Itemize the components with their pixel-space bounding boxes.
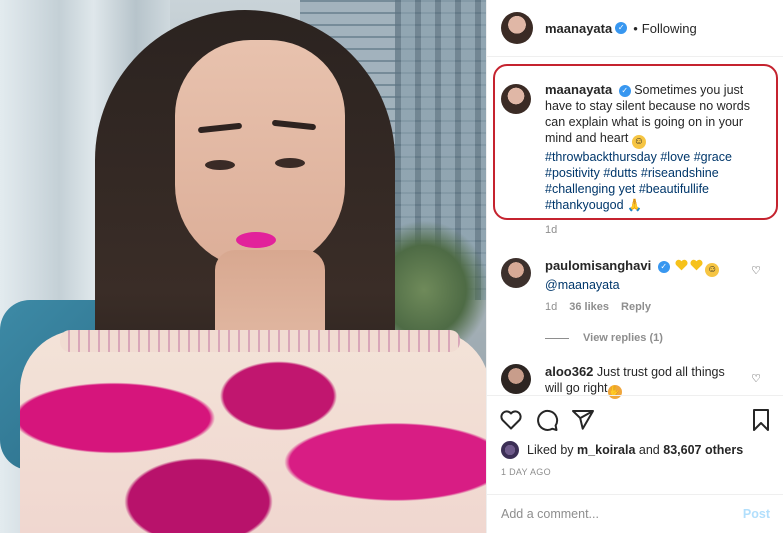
comment-icon[interactable] [535,408,559,432]
right-eye [275,158,305,168]
comment-meta: 1d 36 likes Reply [545,301,651,313]
bookmark-icon[interactable] [749,408,773,432]
folded-hands-emoji-icon: 🙏 [627,198,642,212]
likes-prefix: Liked by [527,443,574,457]
comment-mention[interactable]: @maanayata [545,278,620,292]
share-icon[interactable] [571,408,595,432]
yellow-heart-icon [690,259,703,271]
separator-dot: • [633,20,638,36]
add-comment-bar: Post [487,494,783,533]
comment-username[interactable]: aloo362 [545,364,593,379]
replies-divider [545,337,569,339]
caption: maanayata ✓ Sometimes you just have to s… [501,82,771,213]
header-username[interactable]: maanayata [545,21,612,36]
liker-avatar[interactable] [501,441,519,459]
action-bar [487,395,783,441]
reply-button[interactable]: Reply [621,301,651,313]
likes-count[interactable]: 83,607 others [663,443,743,457]
dress [20,330,486,533]
comment-2: aloo362 Just trust god all things will g… [501,364,771,399]
post-age[interactable]: 1 DAY AGO [501,467,551,477]
verified-badge-icon: ✓ [615,22,628,34]
following-button[interactable]: Following [642,21,697,36]
comment-1: paulomisanghavi ✓ ☺ @maanayata [501,258,771,293]
left-eye [205,160,235,170]
heart-icon[interactable] [499,408,523,432]
likes-summary: Liked by m_koirala and 83,607 others [501,441,743,459]
caption-avatar[interactable] [501,84,531,114]
comment-text: aloo362 Just trust god all things will g… [545,364,745,399]
comment-username[interactable]: paulomisanghavi [545,258,651,273]
slightly-smiling-emoji-icon: ☺ [631,135,646,149]
comment-input[interactable] [501,507,743,521]
comment-time: 1d [545,301,558,313]
small-heart-icon[interactable]: ♡ [751,372,761,385]
view-replies-label: View replies (1) [583,332,663,344]
dress-ruffle [60,330,460,352]
liker-username[interactable]: m_koirala [577,443,635,457]
hashtags-3[interactable]: #challenging yet #beautifullife [545,182,709,196]
small-heart-icon[interactable]: ♡ [751,264,761,277]
verified-badge-icon: ✓ [618,84,631,97]
post-photo[interactable] [0,0,486,533]
post-side-panel: maanayata ✓ • Following maanayata ✓ Some… [486,0,783,533]
comment-text: paulomisanghavi ✓ ☺ @maanayata [545,258,745,293]
avatar[interactable] [501,12,533,44]
caption-time: 1d [545,224,558,236]
view-replies-button[interactable]: View replies (1) [545,332,663,344]
hashtags-4[interactable]: #thankyougod [545,198,624,212]
caption-text: maanayata ✓ Sometimes you just have to s… [545,82,765,213]
verified-badge-icon: ✓ [657,260,670,273]
hugging-emoji-icon: ☺ [705,263,720,277]
comment-likes[interactable]: 36 likes [569,301,609,313]
likes-middle: and [638,443,660,457]
comment-avatar[interactable] [501,364,531,394]
comment-avatar[interactable] [501,258,531,288]
yellow-heart-icon [675,259,688,271]
post-button[interactable]: Post [743,507,770,521]
lips [236,232,276,248]
hashtags-1[interactable]: #throwbackthursday #love #grace [545,150,732,164]
post-header: maanayata ✓ • Following [487,0,783,57]
hashtags-2[interactable]: #positivity #dutts #riseandshine [545,166,719,180]
caption-username[interactable]: maanayata [545,82,612,97]
